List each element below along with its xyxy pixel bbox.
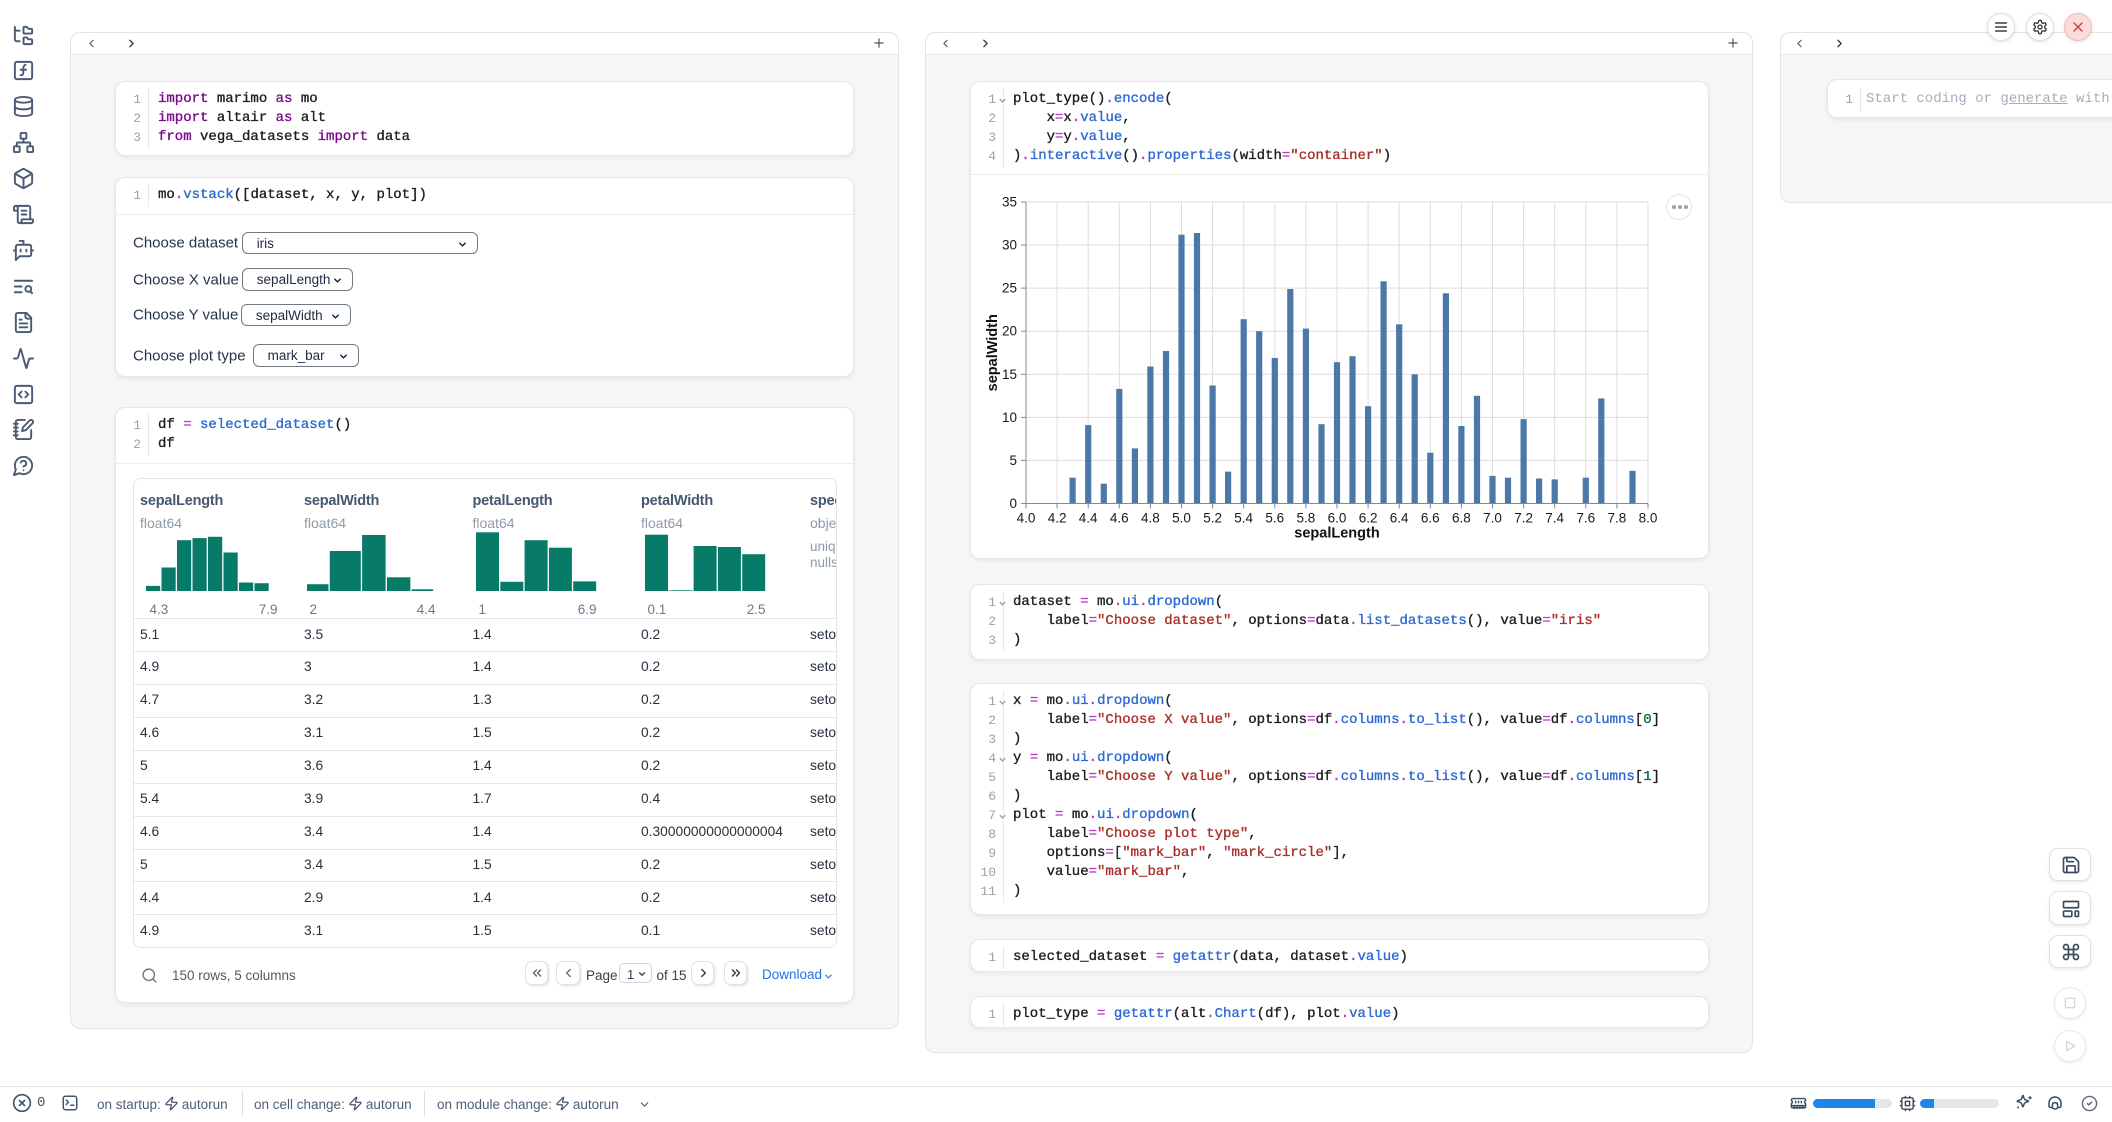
svg-text:5: 5 [1009,453,1017,468]
svg-text:6.8: 6.8 [1452,511,1471,526]
svg-text:5.6: 5.6 [1265,511,1284,526]
svg-text:20: 20 [1002,324,1017,339]
svg-text:7.2: 7.2 [1514,511,1533,526]
svg-text:6.2: 6.2 [1359,511,1378,526]
svg-text:5.8: 5.8 [1297,511,1316,526]
svg-text:7.6: 7.6 [1576,511,1595,526]
svg-text:4.6: 4.6 [1110,511,1129,526]
svg-text:7.8: 7.8 [1608,511,1627,526]
svg-text:0: 0 [1009,496,1017,511]
svg-text:4.2: 4.2 [1048,511,1067,526]
svg-text:5.2: 5.2 [1203,511,1222,526]
svg-text:10: 10 [1002,410,1017,425]
svg-text:6.4: 6.4 [1390,511,1409,526]
svg-text:30: 30 [1002,238,1017,253]
svg-text:5.0: 5.0 [1172,511,1191,526]
svg-text:7.0: 7.0 [1483,511,1502,526]
svg-text:6.0: 6.0 [1328,511,1347,526]
svg-text:6.6: 6.6 [1421,511,1440,526]
svg-text:35: 35 [1002,195,1017,210]
svg-text:sepalWidth: sepalWidth [985,314,1001,391]
svg-text:4.0: 4.0 [1017,511,1036,526]
svg-text:25: 25 [1002,281,1017,296]
svg-text:4.8: 4.8 [1141,511,1160,526]
svg-text:4.4: 4.4 [1079,511,1098,526]
svg-text:15: 15 [1002,367,1017,382]
svg-text:7.4: 7.4 [1545,511,1564,526]
svg-text:5.4: 5.4 [1234,511,1253,526]
svg-text:sepalLength: sepalLength [1294,526,1379,542]
svg-text:8.0: 8.0 [1639,511,1658,526]
